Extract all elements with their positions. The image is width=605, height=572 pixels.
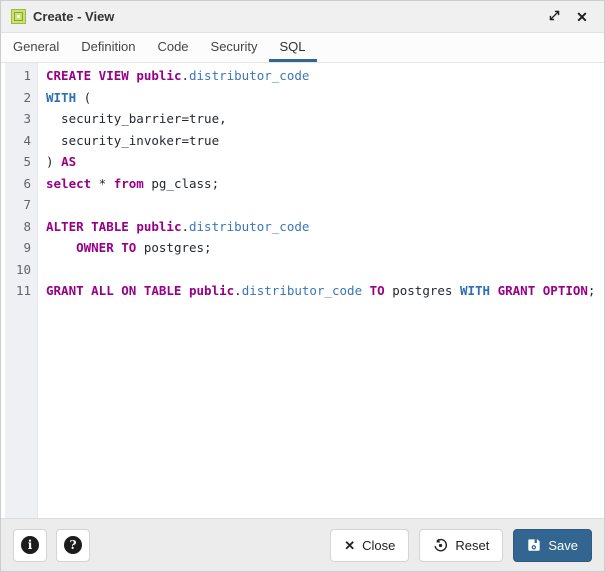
line-number: 6 bbox=[23, 175, 31, 191]
code-line: WITH ( bbox=[46, 89, 92, 105]
code-line: OWNER TO postgres; bbox=[76, 240, 212, 255]
maximize-button[interactable] bbox=[544, 7, 564, 27]
close-icon: ✕ bbox=[576, 8, 588, 25]
line-number: 3 bbox=[23, 111, 31, 126]
dialog-title: Create - View bbox=[33, 9, 115, 24]
save-button[interactable]: Save bbox=[513, 528, 592, 562]
dialog-titlebar: Create - View ✕ bbox=[1, 1, 604, 33]
code-line: GRANT ALL ON TABLE public.distributor_co… bbox=[46, 283, 596, 298]
code-line: select * from pg_class; bbox=[46, 175, 220, 191]
reset-button-label: Reset bbox=[455, 537, 490, 553]
maximize-icon bbox=[548, 9, 561, 25]
code-line: security_invoker=true bbox=[46, 132, 220, 148]
line-number: 1 bbox=[23, 68, 31, 83]
reset-icon bbox=[433, 538, 448, 553]
line-number: 9 bbox=[23, 240, 31, 255]
reset-button[interactable]: Reset bbox=[419, 528, 504, 562]
dialog-footer: i ? ✕ Close Reset Save bbox=[1, 518, 604, 571]
line-number: 2 bbox=[23, 89, 31, 105]
code-line: security_barrier=true, bbox=[46, 111, 227, 126]
close-x-icon: ✕ bbox=[344, 537, 356, 553]
tab-sql[interactable]: SQL bbox=[268, 33, 317, 62]
tab-code[interactable]: Code bbox=[146, 33, 199, 62]
dialog-close-button[interactable]: ✕ bbox=[572, 7, 592, 27]
line-number: 10 bbox=[15, 261, 31, 277]
close-button-label: Close bbox=[362, 537, 396, 553]
sql-code-area[interactable]: CREATE VIEW public.distributor_code WITH … bbox=[38, 63, 604, 518]
sql-editor: 1 2 3 4 5 6 7 8 9 10 11 CREATE VIEW public.distrib… bbox=[1, 63, 604, 518]
line-number: 5 bbox=[23, 154, 31, 169]
save-button-label: Save bbox=[548, 537, 578, 553]
tab-general[interactable]: General bbox=[2, 33, 70, 62]
tab-definition[interactable]: Definition bbox=[70, 33, 146, 62]
dialog-tabbar: General Definition Code Security SQL bbox=[1, 33, 604, 63]
line-number: 11 bbox=[15, 283, 31, 298]
help-icon: ? bbox=[64, 536, 82, 554]
view-icon bbox=[11, 9, 26, 24]
info-button[interactable]: i bbox=[13, 528, 47, 562]
line-number: 7 bbox=[23, 197, 31, 212]
help-button[interactable]: ? bbox=[56, 528, 90, 562]
tab-security[interactable]: Security bbox=[200, 33, 269, 62]
save-icon bbox=[527, 538, 541, 552]
code-line: ) AS bbox=[46, 154, 77, 169]
close-button[interactable]: ✕ Close bbox=[330, 528, 410, 562]
create-view-dialog: Create - View ✕ General Definition Code … bbox=[0, 0, 605, 572]
line-number: 4 bbox=[23, 132, 31, 148]
line-number: 8 bbox=[23, 218, 31, 234]
info-icon: i bbox=[21, 536, 39, 554]
line-number-gutter: 1 2 3 4 5 6 7 8 9 10 11 bbox=[5, 63, 38, 518]
code-line: CREATE VIEW public.distributor_code bbox=[46, 68, 310, 83]
code-line: ALTER TABLE public.distributor_code bbox=[46, 218, 310, 234]
